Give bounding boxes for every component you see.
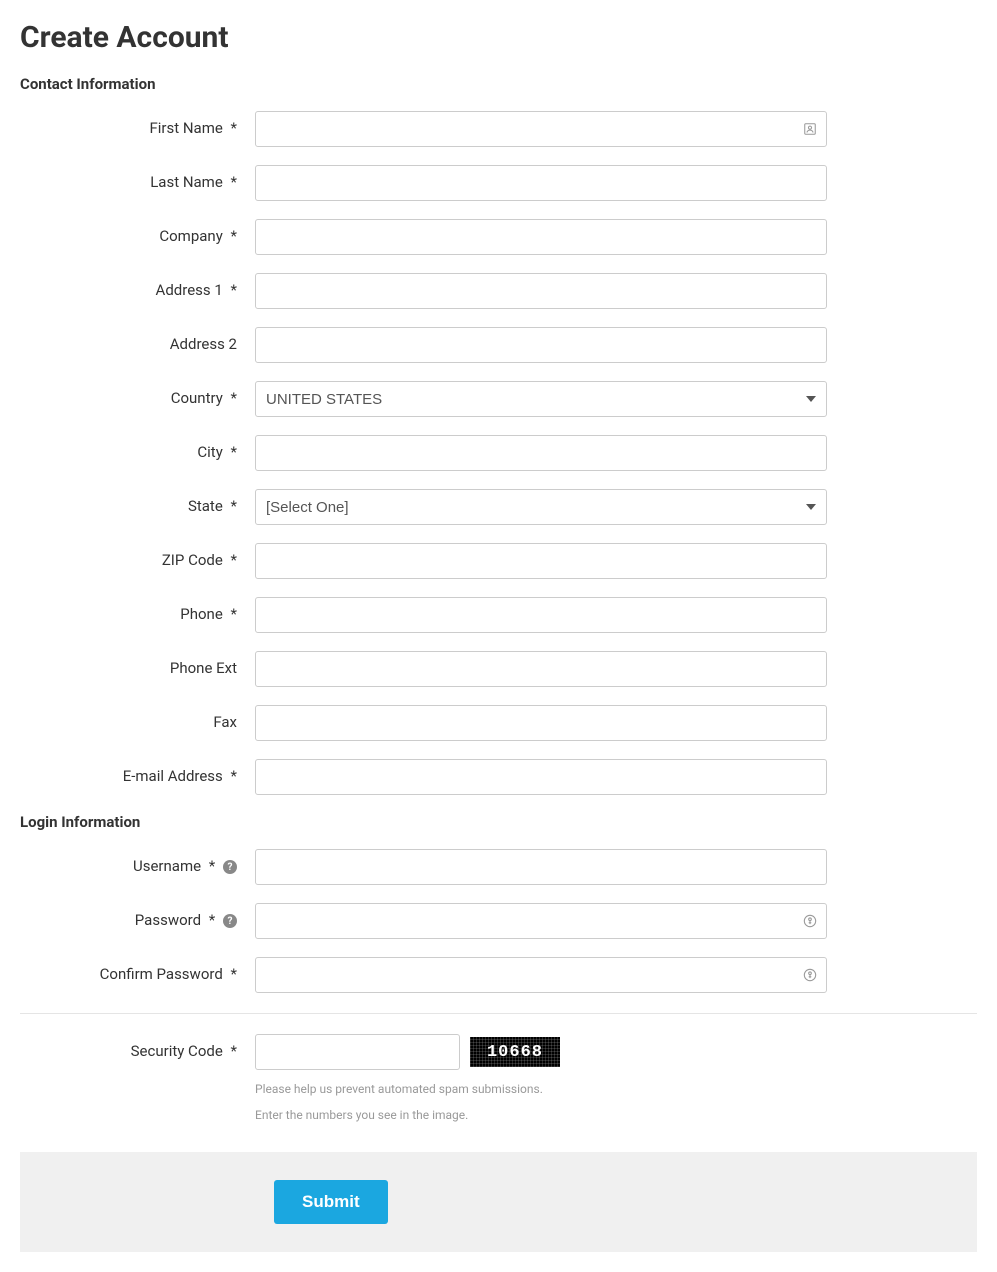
fax-input[interactable] — [255, 705, 827, 741]
address2-input[interactable] — [255, 327, 827, 363]
login-heading: Login Information — [20, 813, 977, 831]
row-address2: Address 2 — [20, 327, 977, 363]
label-phone-ext: Phone Ext — [20, 651, 255, 677]
row-address1: Address 1 * — [20, 273, 977, 309]
label-zip: ZIP Code * — [20, 543, 255, 569]
login-section: Login Information Username * ? Password … — [20, 813, 977, 993]
label-country: Country * — [20, 381, 255, 407]
label-password: Password * ? — [20, 903, 255, 929]
row-company: Company * — [20, 219, 977, 255]
row-phone: Phone * — [20, 597, 977, 633]
row-security-code: Security Code * 10668 Please help us pre… — [20, 1034, 977, 1132]
security-code-input[interactable] — [255, 1034, 460, 1070]
captcha-image: 10668 — [470, 1037, 560, 1067]
password-input[interactable] — [255, 903, 827, 939]
row-country: Country * UNITED STATES — [20, 381, 977, 417]
row-fax: Fax — [20, 705, 977, 741]
label-username: Username * ? — [20, 849, 255, 875]
required-mark: * — [231, 965, 237, 983]
row-username: Username * ? — [20, 849, 977, 885]
row-first-name: First Name * — [20, 111, 977, 147]
row-last-name: Last Name * — [20, 165, 977, 201]
required-mark: * — [231, 173, 237, 191]
email-input[interactable] — [255, 759, 827, 795]
first-name-input[interactable] — [255, 111, 827, 147]
row-zip: ZIP Code * — [20, 543, 977, 579]
contact-section: Contact Information First Name * Last Na… — [20, 75, 977, 795]
zip-input[interactable] — [255, 543, 827, 579]
required-mark: * — [231, 497, 237, 515]
city-input[interactable] — [255, 435, 827, 471]
submit-bar: Submit — [20, 1152, 977, 1252]
row-phone-ext: Phone Ext — [20, 651, 977, 687]
page-title: Create Account — [20, 20, 977, 55]
divider — [20, 1013, 977, 1014]
help-icon[interactable]: ? — [223, 914, 237, 928]
label-last-name: Last Name * — [20, 165, 255, 191]
required-mark: * — [231, 767, 237, 785]
row-city: City * — [20, 435, 977, 471]
required-mark: * — [231, 119, 237, 137]
help-icon[interactable]: ? — [223, 860, 237, 874]
required-mark: * — [209, 857, 215, 875]
required-mark: * — [231, 443, 237, 461]
required-mark: * — [231, 389, 237, 407]
phone-ext-input[interactable] — [255, 651, 827, 687]
row-email: E-mail Address * — [20, 759, 977, 795]
label-address2: Address 2 — [20, 327, 255, 353]
company-input[interactable] — [255, 219, 827, 255]
required-mark: * — [231, 227, 237, 245]
contact-heading: Contact Information — [20, 75, 977, 93]
submit-button[interactable]: Submit — [274, 1180, 388, 1224]
required-mark: * — [209, 911, 215, 929]
required-mark: * — [231, 551, 237, 569]
label-first-name: First Name * — [20, 111, 255, 137]
label-security-code: Security Code * — [20, 1034, 255, 1060]
last-name-input[interactable] — [255, 165, 827, 201]
required-mark: * — [231, 281, 237, 299]
captcha-help-text: Please help us prevent automated spam su… — [255, 1080, 827, 1132]
country-select[interactable]: UNITED STATES — [255, 381, 827, 417]
state-select[interactable]: [Select One] — [255, 489, 827, 525]
label-phone: Phone * — [20, 597, 255, 623]
label-fax: Fax — [20, 705, 255, 731]
required-mark: * — [231, 605, 237, 623]
username-input[interactable] — [255, 849, 827, 885]
phone-input[interactable] — [255, 597, 827, 633]
row-password: Password * ? — [20, 903, 977, 939]
address1-input[interactable] — [255, 273, 827, 309]
label-company: Company * — [20, 219, 255, 245]
required-mark: * — [231, 1042, 237, 1060]
label-address1: Address 1 * — [20, 273, 255, 299]
label-city: City * — [20, 435, 255, 461]
label-state: State * — [20, 489, 255, 515]
label-confirm-password: Confirm Password * — [20, 957, 255, 983]
row-state: State * [Select One] — [20, 489, 977, 525]
label-email: E-mail Address * — [20, 759, 255, 785]
confirm-password-input[interactable] — [255, 957, 827, 993]
row-confirm-password: Confirm Password * — [20, 957, 977, 993]
